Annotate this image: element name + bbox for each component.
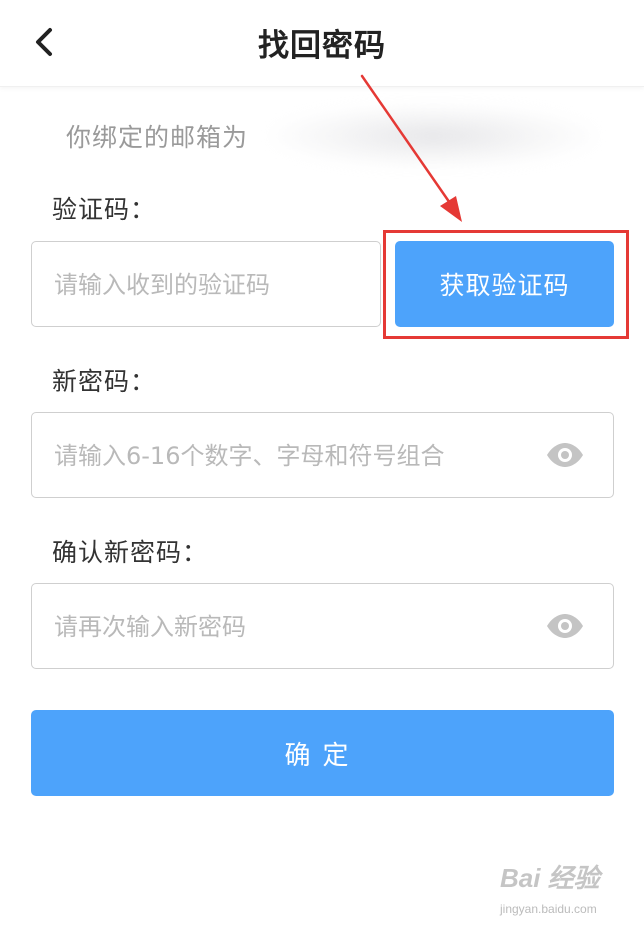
eye-icon [547, 614, 583, 638]
watermark-logo: Bai 经验 [500, 863, 600, 893]
new-password-input[interactable] [52, 413, 526, 499]
eye-icon [547, 443, 583, 467]
email-hint: 你绑定的邮箱为 [66, 104, 596, 168]
new-password-label: 新密码： [52, 367, 157, 396]
email-hint-label: 你绑定的邮箱为 [66, 123, 249, 152]
watermark: Bai 经验 jingyan.baidu.com [494, 858, 634, 928]
watermark-url: jingyan.baidu.com [500, 902, 597, 916]
confirm-password-input[interactable] [52, 584, 526, 670]
toggle-confirm-password-visibility[interactable] [545, 612, 585, 640]
reset-password-screen: 找回密码 你绑定的邮箱为 验证码： 获取验证码 新密码： 确认新密码： [0, 0, 644, 931]
new-password-field[interactable] [31, 412, 614, 499]
toggle-new-password-visibility[interactable] [545, 441, 585, 469]
verification-code-input[interactable] [52, 242, 366, 328]
email-blurred-value [271, 104, 596, 168]
confirm-button[interactable]: 确定 [31, 710, 614, 796]
verification-code-label: 验证码： [52, 195, 157, 224]
page-title: 找回密码 [258, 28, 386, 64]
confirm-password-label: 确认新密码： [52, 538, 209, 567]
highlight-box [383, 230, 629, 339]
verification-code-field[interactable] [31, 241, 381, 328]
header-bar: 找回密码 [0, 0, 644, 87]
confirm-password-field[interactable] [31, 583, 614, 670]
